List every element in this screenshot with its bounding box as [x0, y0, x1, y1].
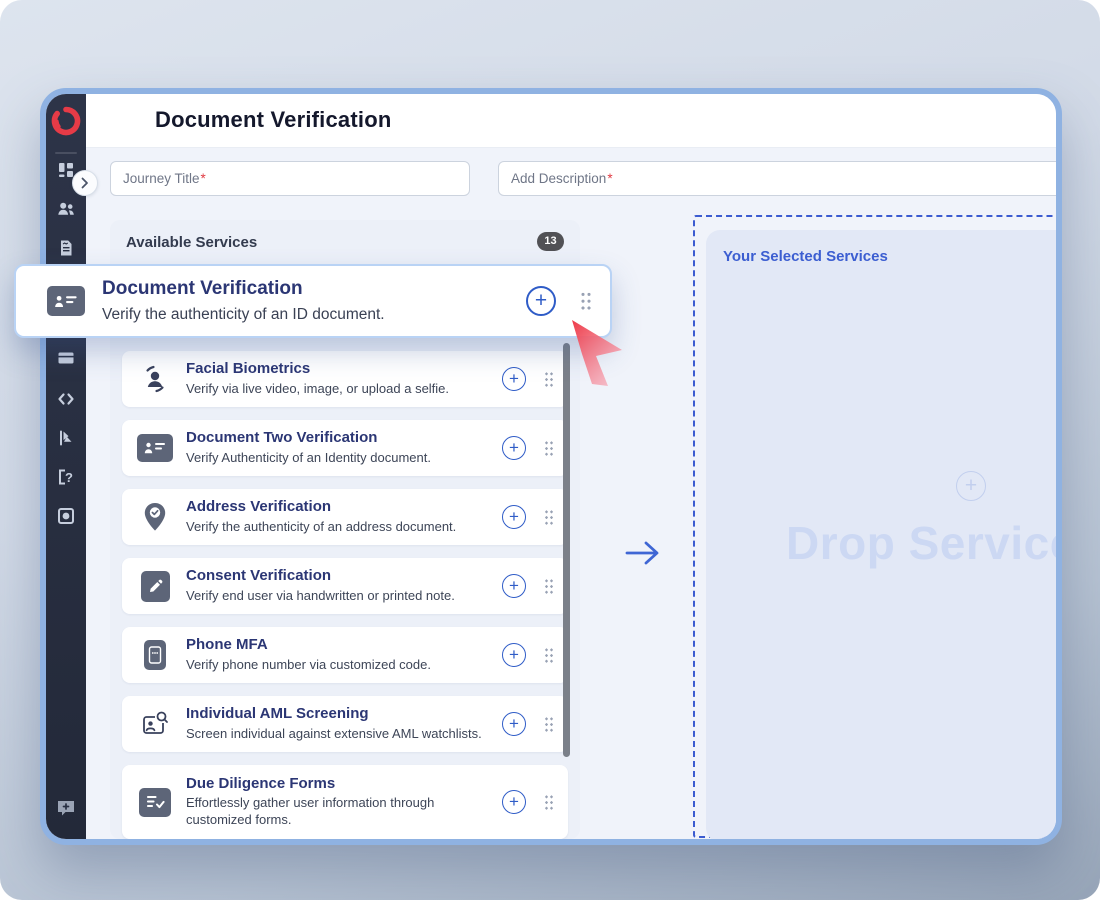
drag-handle-icon[interactable]: [544, 370, 554, 388]
id-card-icon: [46, 286, 86, 316]
add-service-button[interactable]: +: [502, 712, 526, 736]
add-service-button[interactable]: +: [502, 505, 526, 529]
users-icon[interactable]: [57, 200, 75, 218]
service-card-document-two[interactable]: Document Two Verification Verify Authent…: [122, 420, 568, 476]
service-description: Screen individual against extensive AML …: [186, 725, 482, 741]
required-mark: *: [607, 171, 613, 186]
add-service-button[interactable]: +: [502, 436, 526, 460]
record-icon[interactable]: [57, 507, 75, 525]
service-description: Verify Authenticity of an Identity docum…: [186, 449, 431, 465]
service-description: Verify the authenticity of an address do…: [186, 518, 457, 534]
drag-handle-icon[interactable]: [544, 715, 554, 733]
journey-title-placeholder: Journey Title: [123, 171, 200, 186]
consent-note-icon: [136, 570, 174, 602]
page-header: Document Verification: [86, 94, 1056, 148]
document-icon[interactable]: [57, 239, 75, 257]
service-title: Phone MFA: [186, 636, 268, 654]
drag-cursor-icon: [568, 318, 626, 393]
drag-handle-icon[interactable]: [544, 577, 554, 595]
service-title: Address Verification: [186, 498, 332, 516]
dragged-service-card[interactable]: Document Verification Verify the authent…: [14, 264, 612, 338]
service-title: Due Diligence Forms: [186, 774, 336, 792]
transfer-arrow-icon: [624, 538, 662, 573]
drag-handle-icon[interactable]: [544, 793, 554, 811]
service-card-aml-screening[interactable]: Individual AML Screening Screen individu…: [122, 696, 568, 752]
drop-services-placeholder: Drop Services: [786, 517, 1056, 569]
add-service-button[interactable]: +: [502, 574, 526, 598]
new-chat-icon[interactable]: [56, 799, 76, 818]
service-description: Verify end user via handwritten or print…: [186, 587, 455, 603]
add-service-button[interactable]: +: [526, 286, 556, 316]
person-search-icon: [136, 709, 174, 739]
page-title: Document Verification: [155, 107, 392, 132]
drag-handle-icon[interactable]: [544, 439, 554, 457]
list-scrollbar[interactable]: [563, 343, 570, 757]
map-pin-check-icon: [136, 502, 174, 532]
sidebar-divider: [55, 152, 77, 154]
service-description: Effortlessly gather user information thr…: [186, 795, 435, 828]
service-card-due-diligence[interactable]: Due Diligence Forms Effortlessly gather …: [122, 765, 568, 839]
face-scan-icon: [136, 364, 174, 394]
description-input[interactable]: Add Description *: [498, 161, 1056, 196]
phone-icon: [136, 640, 174, 670]
service-title: Consent Verification: [186, 567, 332, 585]
sidebar-collapse-button[interactable]: [72, 170, 98, 196]
service-card-consent[interactable]: Consent Verification Verify end user via…: [122, 558, 568, 614]
code-icon[interactable]: [57, 390, 75, 408]
service-description: Verify via live video, image, or upload …: [186, 380, 450, 396]
add-service-button[interactable]: +: [502, 367, 526, 391]
service-card-phone-mfa[interactable]: Phone MFA Verify phone number via custom…: [122, 627, 568, 683]
main-content: Journey Title * Add Description * Availabl…: [86, 148, 1056, 839]
service-card-facial-biometrics[interactable]: Facial Biometrics Verify via live video,…: [122, 351, 568, 407]
service-title: Facial Biometrics: [186, 360, 311, 378]
flag-icon[interactable]: [57, 429, 75, 447]
checklist-form-icon: [136, 787, 174, 817]
help-icon[interactable]: ?: [57, 468, 75, 486]
service-title: Document Two Verification: [186, 429, 378, 447]
add-service-button[interactable]: +: [502, 643, 526, 667]
service-description: Verify phone number via customized code.: [186, 656, 431, 672]
journey-title-input[interactable]: Journey Title *: [110, 161, 470, 196]
services-count-badge: 13: [537, 232, 564, 251]
dashboard-icon[interactable]: [57, 161, 75, 179]
drag-handle-icon[interactable]: [544, 508, 554, 526]
service-title: Individual AML Screening: [186, 705, 369, 723]
brand-logo-icon: [49, 104, 83, 143]
dragged-card-description: Verify the authenticity of an ID documen…: [102, 305, 385, 323]
selected-services-header: Your Selected Services: [723, 248, 888, 265]
drag-handle-icon[interactable]: [580, 291, 592, 311]
desktop-background: ? Document Verification Journey Title * …: [0, 0, 1100, 900]
drag-handle-icon[interactable]: [544, 646, 554, 664]
panel-icon[interactable]: [57, 349, 75, 367]
available-services-header: Available Services: [126, 234, 258, 251]
left-sidebar: ?: [46, 94, 86, 839]
id-card-icon: [136, 434, 174, 462]
drop-plus-icon: +: [956, 471, 986, 501]
dragged-card-title: Document Verification: [102, 277, 303, 299]
required-mark: *: [200, 171, 206, 186]
add-service-button[interactable]: +: [502, 790, 526, 814]
description-placeholder: Add Description: [511, 171, 607, 186]
app-window: ? Document Verification Journey Title * …: [40, 88, 1062, 845]
svg-text:?: ?: [65, 470, 73, 485]
service-card-address[interactable]: Address Verification Verify the authenti…: [122, 489, 568, 545]
